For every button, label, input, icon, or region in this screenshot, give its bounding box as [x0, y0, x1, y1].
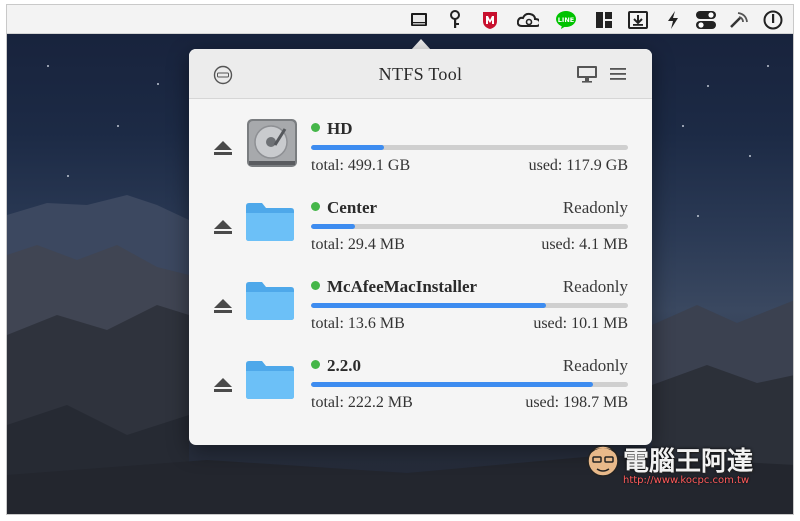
mounted-status-dot [311, 202, 320, 211]
menu-icon[interactable] [607, 64, 629, 84]
eject-icon[interactable] [213, 298, 233, 314]
drive-name-label: HD [327, 119, 353, 138]
usage-bar [311, 382, 628, 387]
bolt-icon[interactable] [662, 9, 684, 31]
eject-icon[interactable] [213, 219, 233, 235]
drive-name-label: 2.2.0 [327, 356, 361, 375]
drive-name: 2.2.0 [311, 356, 361, 376]
used-size: used: 10.1 MB [533, 315, 628, 332]
total-size: total: 29.4 MB [311, 236, 405, 253]
folder-icon [245, 200, 295, 247]
usage-bar-fill [311, 145, 384, 150]
ntfs-tool-popover: NTFS Tool HD total: 499.1 GB used: 117.9… [189, 49, 652, 445]
drive-name: McAfeeMacInstaller [311, 277, 477, 297]
screenshot-frame: LINE NTFS Tool HD total: 499.1 GB used: … [6, 4, 794, 515]
drive-name: HD [311, 119, 353, 139]
drive-row[interactable]: McAfeeMacInstaller Readonly total: 13.6 … [189, 265, 652, 344]
total-size: total: 13.6 MB [311, 315, 405, 332]
monitor-icon[interactable] [575, 64, 599, 84]
drive-mode: Readonly [562, 356, 628, 375]
ntfs-tool-drive-icon[interactable] [408, 9, 430, 31]
mcafee-shield-icon[interactable] [479, 9, 501, 31]
drive-name: Center [311, 198, 377, 218]
mounted-status-dot [311, 281, 320, 290]
total-size: total: 222.2 MB [311, 394, 413, 411]
usage-bar [311, 303, 628, 308]
drive-name-label: McAfeeMacInstaller [327, 277, 478, 296]
total-size: total: 499.1 GB [311, 157, 411, 174]
eject-icon[interactable] [213, 377, 233, 393]
line-label: LINE [558, 16, 574, 24]
used-size: used: 4.1 MB [541, 236, 628, 253]
popover-header: NTFS Tool [189, 49, 652, 99]
drive-row[interactable]: HD total: 499.1 GB used: 117.9 GB [189, 107, 652, 186]
usage-bar [311, 145, 628, 150]
mascot-logo-icon [587, 445, 619, 477]
line-app-icon[interactable]: LINE [555, 9, 577, 31]
drive-mode: Readonly [562, 277, 628, 296]
watermark: 電腦王阿達 http://www.kocpc.com.tw [585, 437, 785, 493]
usage-bar [311, 224, 628, 229]
folder-icon [245, 279, 295, 326]
usage-bar-fill [311, 382, 594, 387]
download-box-icon[interactable] [627, 9, 649, 31]
used-size: used: 117.9 GB [528, 157, 628, 174]
hard-drive-icon [245, 115, 299, 176]
key-icon[interactable] [444, 9, 466, 31]
mounted-status-dot [311, 360, 320, 369]
drive-row[interactable]: 2.2.0 Readonly total: 222.2 MB used: 198… [189, 344, 652, 423]
usage-bar-fill [311, 224, 356, 229]
mounted-status-dot [311, 123, 320, 132]
drive-mode: Readonly [562, 198, 628, 217]
usage-bar-fill [311, 303, 546, 308]
window-layout-icon[interactable] [593, 9, 615, 31]
power-icon[interactable] [762, 9, 784, 31]
drive-row[interactable]: Center Readonly total: 29.4 MB used: 4.1… [189, 186, 652, 265]
broadcast-icon[interactable] [728, 9, 750, 31]
menu-bar: LINE [7, 5, 793, 34]
watermark-url: http://www.kocpc.com.tw [623, 475, 750, 486]
eject-icon[interactable] [213, 140, 233, 156]
creative-cloud-icon[interactable] [517, 9, 539, 31]
used-size: used: 198.7 MB [525, 394, 628, 411]
toggle-switches-icon[interactable] [695, 9, 717, 31]
folder-icon [245, 358, 295, 405]
drive-name-label: Center [327, 198, 378, 217]
watermark-text: 電腦王阿達 [623, 447, 754, 477]
